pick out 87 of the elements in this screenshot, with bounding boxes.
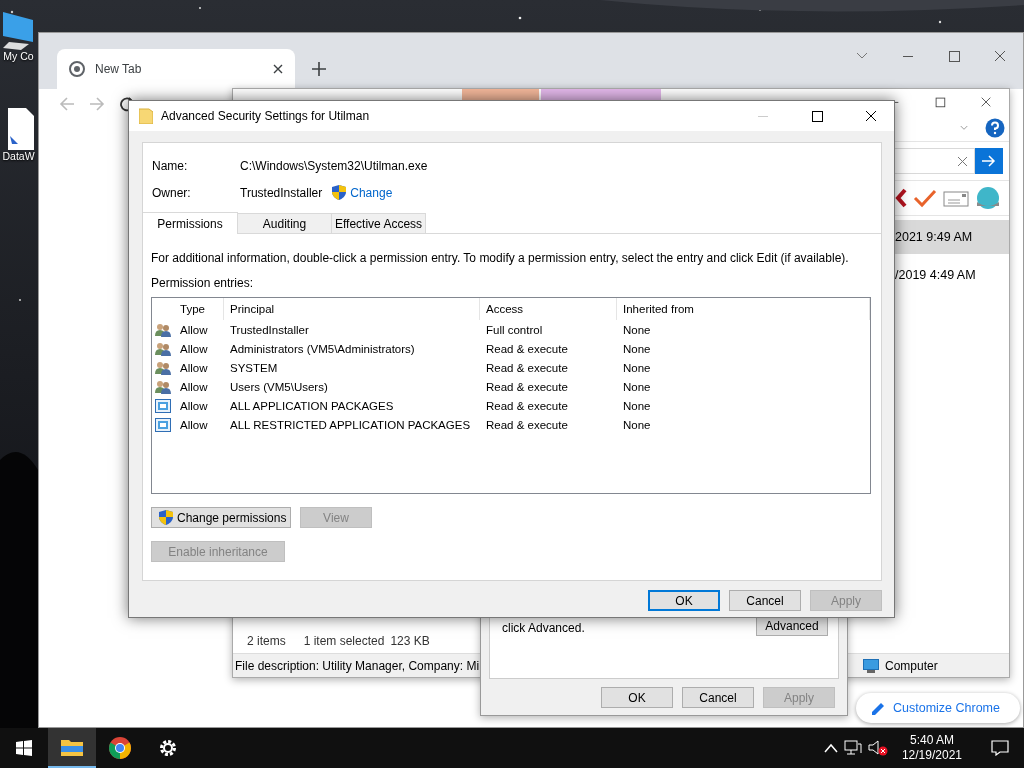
table-cell-text: None <box>622 399 652 412</box>
shield-icon <box>332 185 347 200</box>
table-cell-text: ALL APPLICATION PACKAGES <box>229 399 395 412</box>
dialog-button[interactable]: Cancel <box>682 687 754 708</box>
column-header[interactable]: Inherited from <box>617 298 870 320</box>
chevron-up-icon[interactable] <box>823 743 838 753</box>
table-cell-text: Administrators (VM5\Administrators) <box>229 342 416 355</box>
field-label: Owner: <box>152 185 192 200</box>
taskbar-app[interactable] <box>48 728 96 768</box>
windows-icon <box>16 740 32 756</box>
clock-time[interactable]: 5:40 AM <box>909 733 954 748</box>
column-header[interactable]: Access <box>480 298 617 320</box>
table-cell-text: Allow <box>179 380 209 393</box>
customize-chrome-button[interactable]: Customize Chrome <box>856 693 1020 723</box>
tab[interactable]: Effective Access <box>331 213 426 233</box>
window-title: Advanced Security Settings for Utilman <box>161 109 371 123</box>
table-cell-text: ALL RESTRICTED APPLICATION PACKAGES <box>229 418 472 431</box>
table-cell-text: Allow <box>179 342 209 355</box>
selection-size: 123 KB <box>390 634 430 648</box>
table-cell-text: Users (VM5\Users) <box>229 380 329 393</box>
table-cell-text: None <box>622 342 652 355</box>
go-button[interactable] <box>975 148 1003 174</box>
muted-speaker-icon[interactable] <box>867 739 888 757</box>
owner-name: TrustedInstaller <box>240 185 323 200</box>
help-icon[interactable] <box>985 118 1005 138</box>
table-cell-text: Read & execute <box>485 418 569 431</box>
location-label: Computer <box>885 658 938 673</box>
users-icon <box>155 379 171 394</box>
tab[interactable]: Auditing <box>237 213 332 233</box>
table-cell-text: Allow <box>179 323 209 336</box>
change-permissions-button[interactable]: Change permissions <box>151 507 291 528</box>
table-cell-text: Read & execute <box>485 342 569 355</box>
field-label: Name: <box>152 159 189 173</box>
selection-count: 1 item selected <box>303 634 385 648</box>
checkmark-icon[interactable] <box>913 188 937 208</box>
table-cell-text: TrustedInstaller <box>229 323 310 336</box>
tab[interactable]: Permissions <box>143 212 238 234</box>
close-icon[interactable] <box>273 64 283 74</box>
folder-icon <box>139 108 153 124</box>
change-owner-link[interactable]: Change <box>332 185 393 200</box>
users-icon <box>155 322 171 337</box>
package-icon <box>155 398 171 413</box>
instructions: For additional information, double-click a permission entry. To modify a permission entry, select the entry and click Edit (if available). <box>151 251 850 265</box>
advanced-note: click Advanced. <box>502 621 585 635</box>
computer-icon <box>863 658 879 673</box>
desktop-icon-label[interactable]: My Co <box>3 50 34 62</box>
section-label: Permission entries: <box>151 276 255 290</box>
table-cell-text: Allow <box>179 418 209 431</box>
desktop-icon-label[interactable]: DataW <box>2 150 35 162</box>
envelope-icon[interactable] <box>943 188 969 208</box>
item-count: 2 items <box>247 634 286 648</box>
clock-date[interactable]: 12/19/2021 <box>901 748 962 763</box>
table-cell-text: None <box>622 361 652 374</box>
table-cell-text: Full control <box>485 323 544 336</box>
dialog-button[interactable]: Cancel <box>729 590 801 611</box>
delete-icon[interactable] <box>895 188 907 208</box>
speech-bubble-icon <box>991 740 1009 756</box>
table-cell-text: None <box>622 418 652 431</box>
table-cell-text: SYSTEM <box>229 361 279 374</box>
file-details: File description: Utility Manager, Company: Mi <box>235 658 481 673</box>
gear-icon <box>158 738 178 758</box>
arrow-icon <box>982 155 996 167</box>
table-cell-text: Read & execute <box>485 361 569 374</box>
pencil-icon <box>872 701 885 715</box>
users-icon <box>155 360 171 375</box>
ribbon-context-tab[interactable] <box>462 89 539 101</box>
network-icon[interactable] <box>843 740 862 756</box>
dialog-button[interactable]: OK <box>648 590 720 611</box>
browser-tab[interactable]: New Tab <box>57 49 295 89</box>
dialog-button[interactable]: OK <box>601 687 673 708</box>
column-header[interactable]: Type <box>174 298 224 320</box>
tab-title: New Tab <box>95 62 143 76</box>
table-cell-text: None <box>622 323 652 336</box>
table-cell-text: Read & execute <box>485 399 569 412</box>
table-cell-text: Allow <box>179 399 209 412</box>
users-icon <box>155 341 171 356</box>
clear-icon[interactable] <box>957 155 968 167</box>
table-cell-text: Allow <box>179 361 209 374</box>
ribbon-context-tab[interactable] <box>541 89 661 101</box>
table-cell-text: Read & execute <box>485 380 569 393</box>
globe-icon[interactable] <box>975 186 1001 210</box>
folder-icon <box>61 738 83 756</box>
table-cell-text: None <box>622 380 652 393</box>
shield-icon <box>159 510 173 525</box>
package-icon <box>155 417 171 432</box>
file-name: C:\Windows\System32\Utilman.exe <box>240 159 429 173</box>
column-header[interactable]: Principal <box>224 298 480 320</box>
